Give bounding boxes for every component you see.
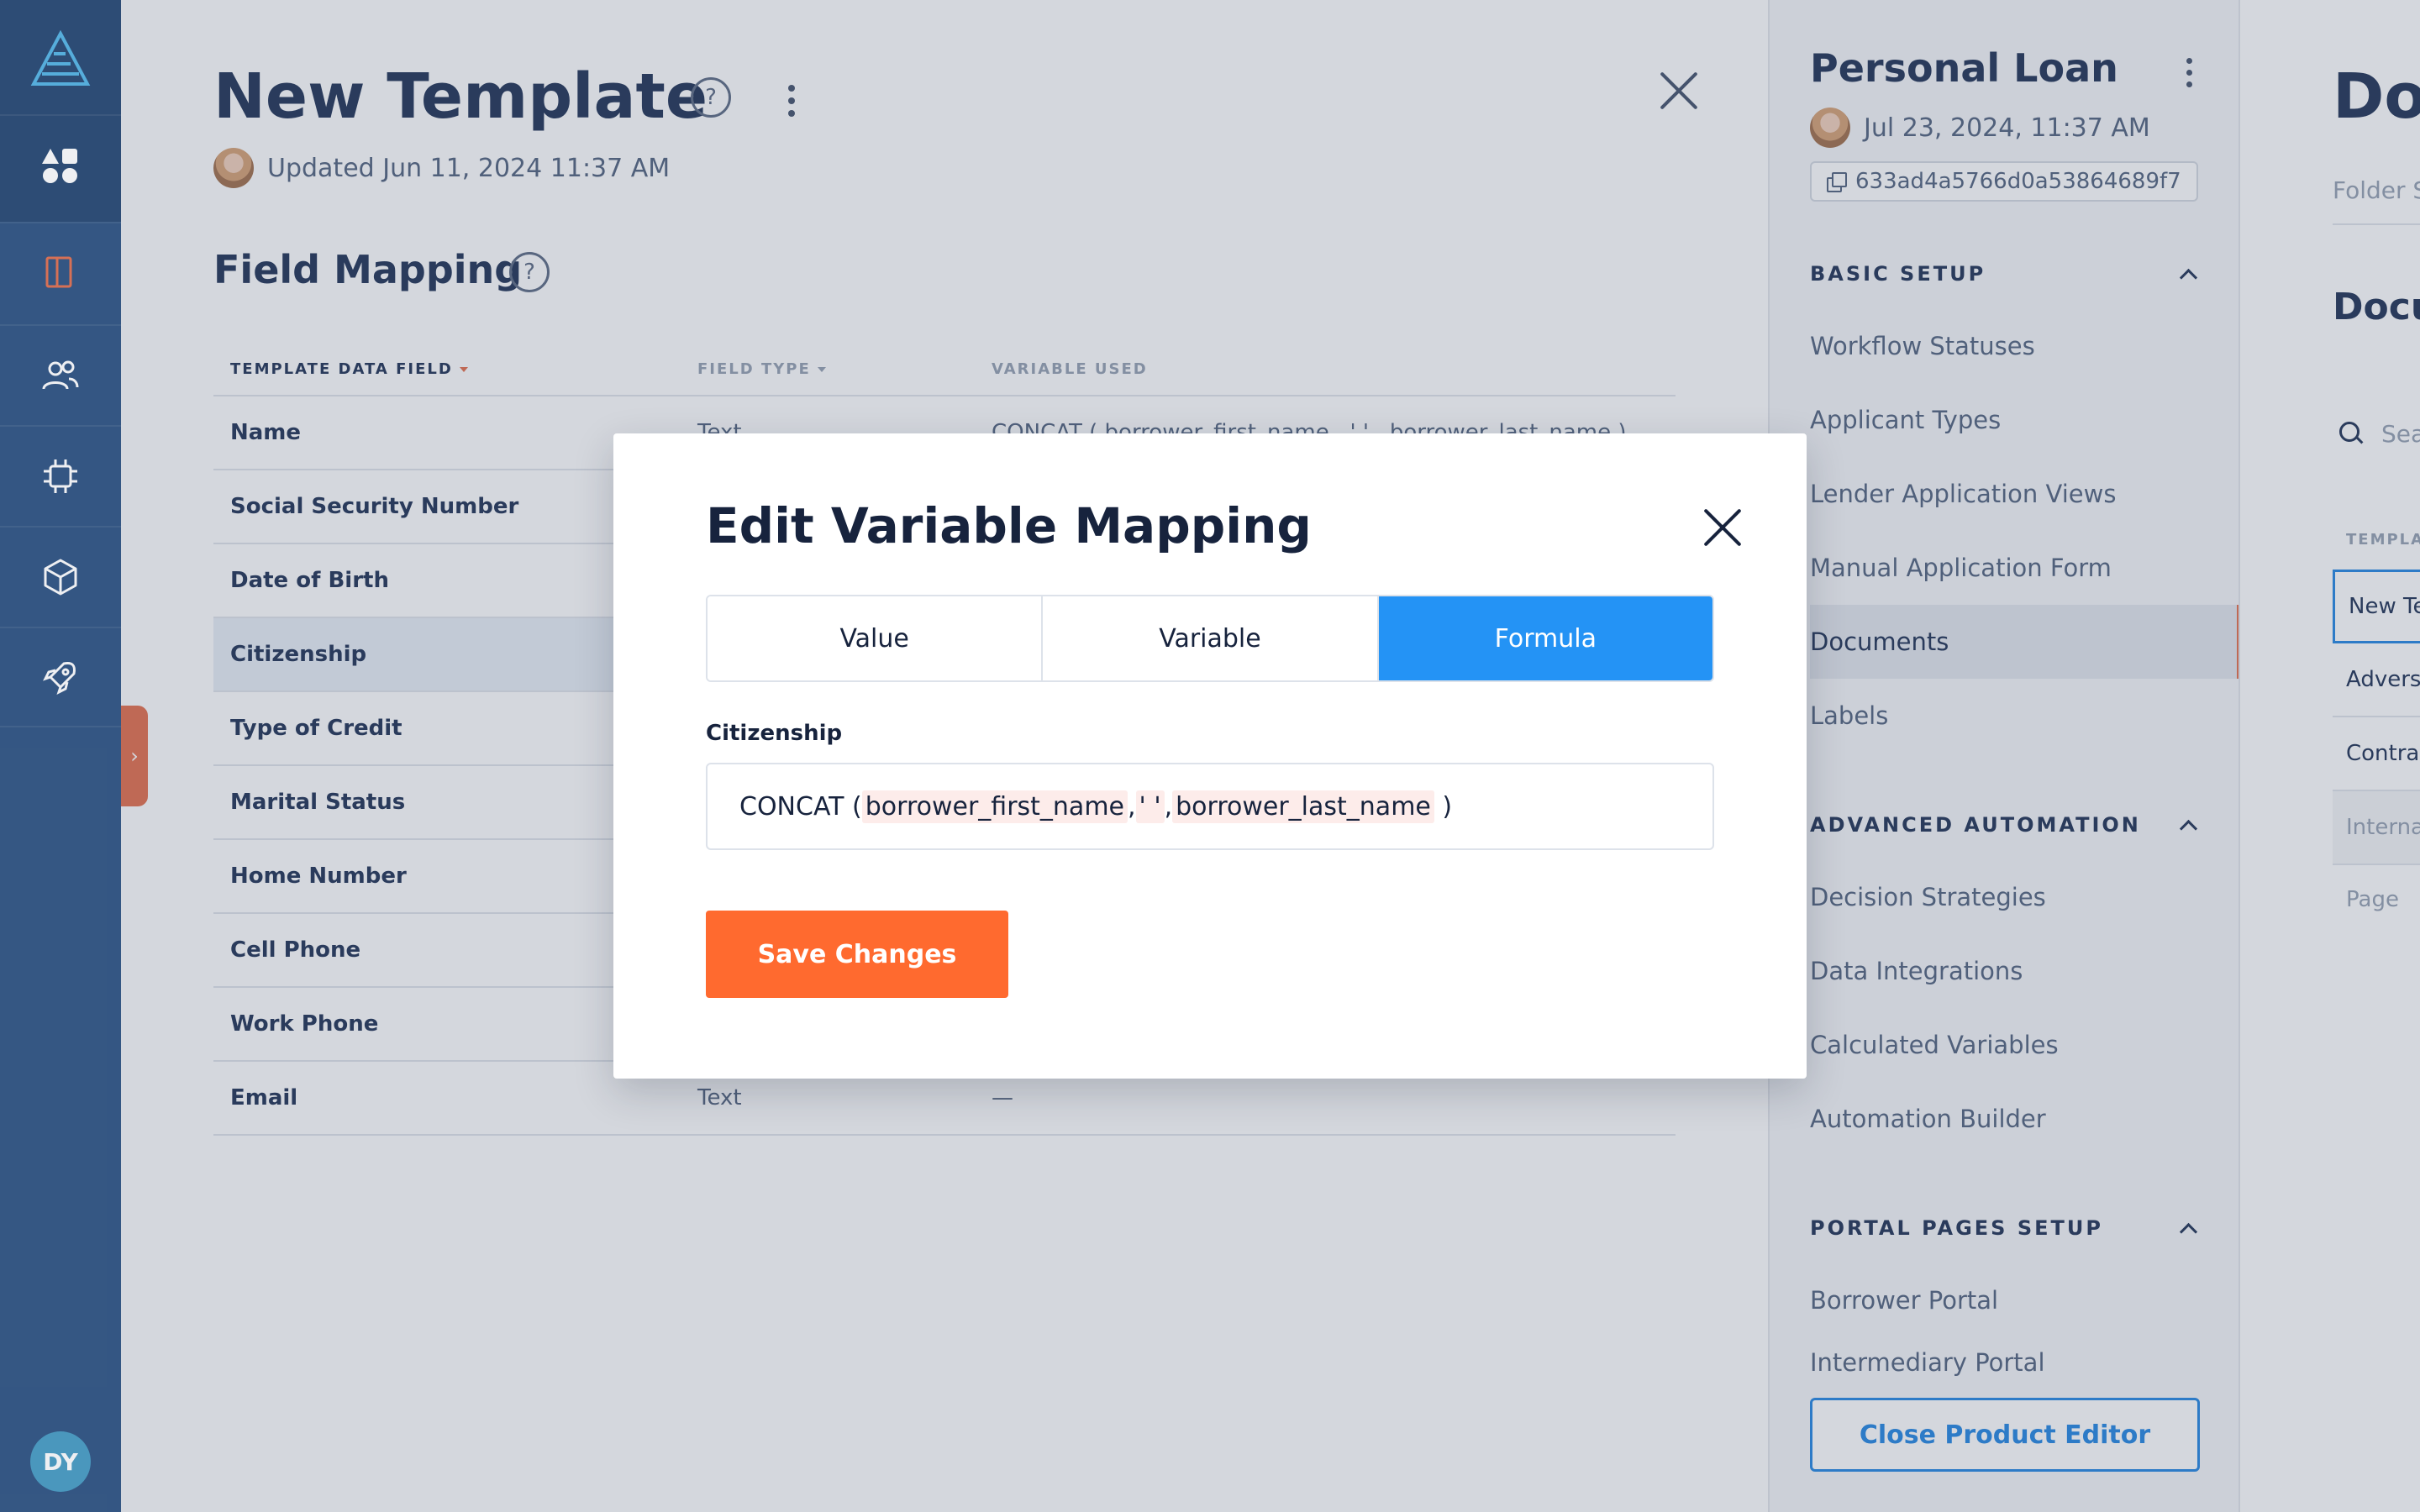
tab-variable[interactable]: Variable bbox=[1043, 596, 1379, 680]
field-label: Citizenship bbox=[706, 721, 843, 746]
save-changes-button[interactable]: Save Changes bbox=[706, 911, 1008, 998]
tab-value[interactable]: Value bbox=[708, 596, 1044, 680]
dialog-title: Edit Variable Mapping bbox=[706, 497, 1312, 554]
formula-token[interactable]: borrower_first_name bbox=[861, 790, 1128, 823]
formula-input[interactable]: CONCAT ( borrower_first_name, ' ', borrowe… bbox=[706, 763, 1714, 850]
mapping-type-tabs: Value Variable Formula bbox=[706, 595, 1714, 682]
formula-token[interactable]: borrower_last_name bbox=[1172, 790, 1434, 823]
formula-token[interactable]: ' ' bbox=[1135, 790, 1165, 823]
edit-variable-mapping-dialog: Edit Variable Mapping Value Variable For… bbox=[613, 433, 1807, 1079]
tab-formula[interactable]: Formula bbox=[1378, 596, 1712, 680]
modal-backdrop-rail bbox=[0, 0, 121, 1512]
close-dialog-icon[interactable] bbox=[1702, 507, 1743, 548]
